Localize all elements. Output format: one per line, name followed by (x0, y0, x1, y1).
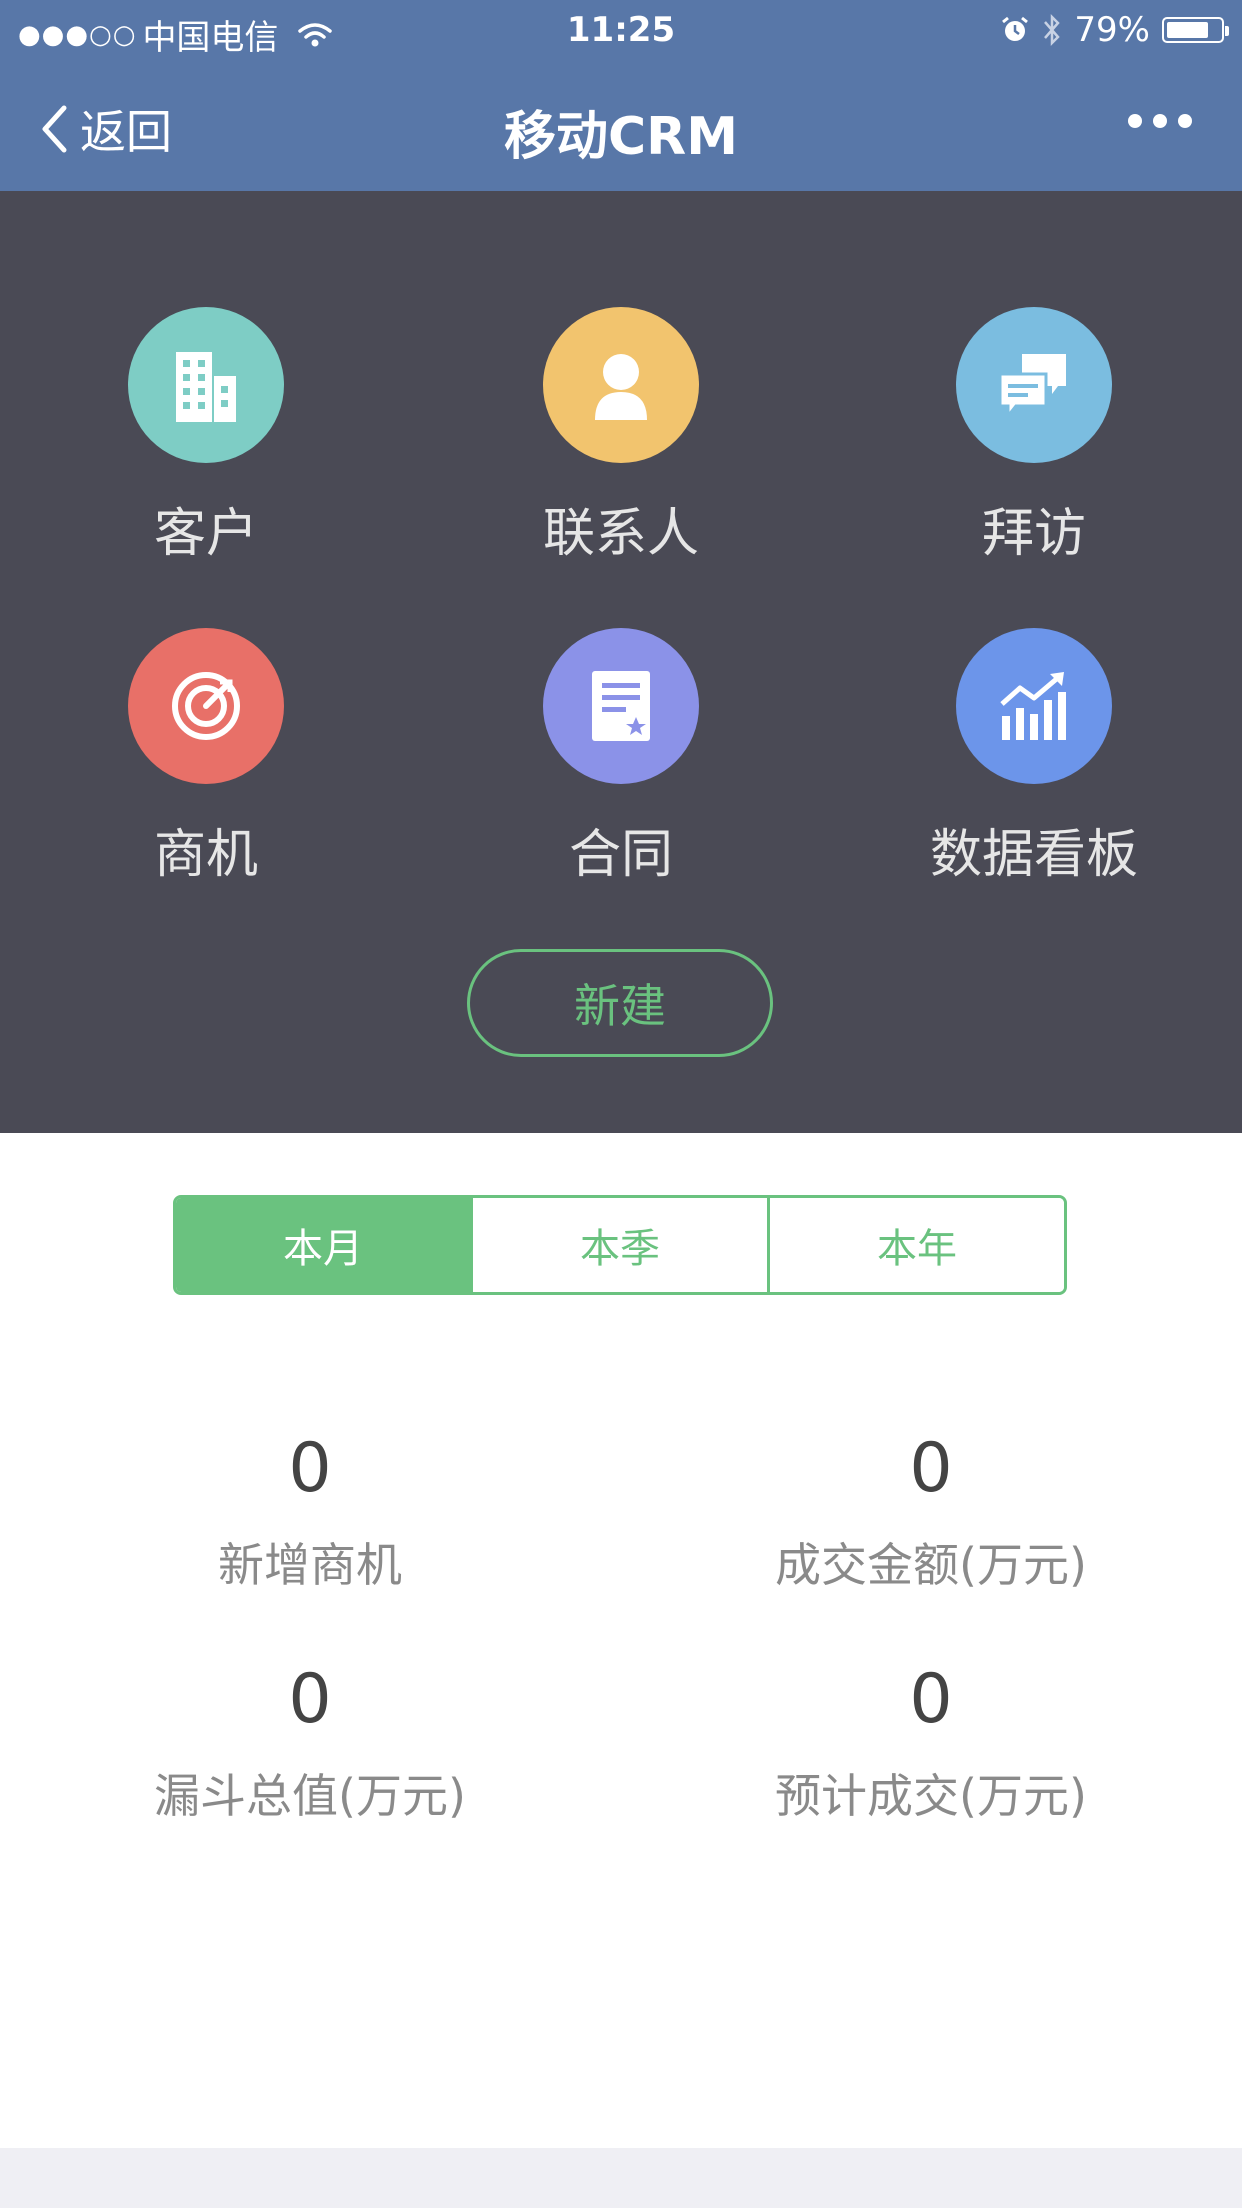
stat-label: 新增商机 (218, 1538, 402, 1592)
chat-bubbles-icon (998, 354, 1066, 420)
menu-item-label: 客户 (153, 504, 258, 564)
stat-new-opportunities[interactable]: 0 新增商机 (60, 1435, 560, 1595)
target-icon (172, 672, 240, 740)
menu-icon-circle (543, 307, 699, 463)
battery-fill (1167, 22, 1209, 38)
period-segmented-control: 本月 本季 本年 (173, 1195, 1067, 1295)
battery-icon (1162, 17, 1229, 43)
bluetooth-icon (1044, 13, 1061, 47)
menu-icon-circle (128, 307, 284, 463)
tab-this-year[interactable]: 本年 (767, 1198, 1064, 1292)
navigation-bar: 返回 移动CRM (0, 62, 1242, 191)
menu-item-contacts[interactable]: 联系人 (471, 307, 771, 566)
menu-item-visits[interactable]: 拜访 (884, 307, 1184, 566)
module-panel: 客户 联系人 拜访 商机 合同 数据看板 新建 (0, 191, 1242, 1133)
top-bar: ●●●○○ 中国电信 11:25 79% 返回 移动CRM (0, 0, 1242, 191)
stat-value: 0 (909, 1660, 953, 1739)
menu-icon-circle (128, 628, 284, 784)
bar-chart-icon (1000, 672, 1066, 740)
person-icon (595, 354, 647, 420)
stat-value: 0 (909, 1429, 953, 1508)
stat-value: 0 (288, 1429, 332, 1508)
menu-icon-circle (956, 628, 1112, 784)
tab-this-month[interactable]: 本月 (176, 1198, 470, 1292)
tab-this-quarter[interactable]: 本季 (470, 1198, 767, 1292)
stat-label: 成交金额(万元) (775, 1538, 1087, 1592)
stat-expected-deals[interactable]: 0 预计成交(万元) (681, 1666, 1181, 1826)
menu-item-label: 联系人 (542, 504, 699, 564)
new-button[interactable]: 新建 (467, 949, 773, 1057)
stat-label: 预计成交(万元) (775, 1769, 1087, 1823)
stat-label: 漏斗总值(万元) (154, 1769, 466, 1823)
stat-value: 0 (288, 1660, 332, 1739)
stats-section: 本月 本季 本年 0 新增商机 0 成交金额(万元) 0 漏斗总值(万元) 0 … (0, 1133, 1242, 2148)
menu-item-label: 合同 (568, 825, 673, 885)
status-bar: ●●●○○ 中国电信 11:25 79% (0, 0, 1242, 62)
page-title: 移动CRM (504, 107, 738, 167)
menu-item-customers[interactable]: 客户 (56, 307, 356, 566)
stat-deal-amount[interactable]: 0 成交金额(万元) (681, 1435, 1181, 1595)
menu-item-label: 数据看板 (929, 825, 1138, 885)
more-options-button[interactable] (1128, 114, 1192, 128)
menu-item-dashboard[interactable]: 数据看板 (884, 628, 1184, 887)
menu-item-label: 商机 (153, 825, 258, 885)
battery-percent: 79% (1074, 10, 1150, 50)
alarm-icon (1002, 16, 1029, 41)
menu-item-contracts[interactable]: 合同 (471, 628, 771, 887)
more-dot-icon (1153, 114, 1167, 128)
menu-icon-circle (543, 628, 699, 784)
more-dot-icon (1128, 114, 1142, 128)
menu-icon-circle (956, 307, 1112, 463)
menu-item-opportunities[interactable]: 商机 (56, 628, 356, 887)
more-dot-icon (1178, 114, 1192, 128)
contract-icon (592, 671, 650, 741)
building-icon (176, 352, 236, 422)
stat-funnel-total[interactable]: 0 漏斗总值(万元) (60, 1666, 560, 1826)
menu-item-label: 拜访 (981, 504, 1086, 564)
